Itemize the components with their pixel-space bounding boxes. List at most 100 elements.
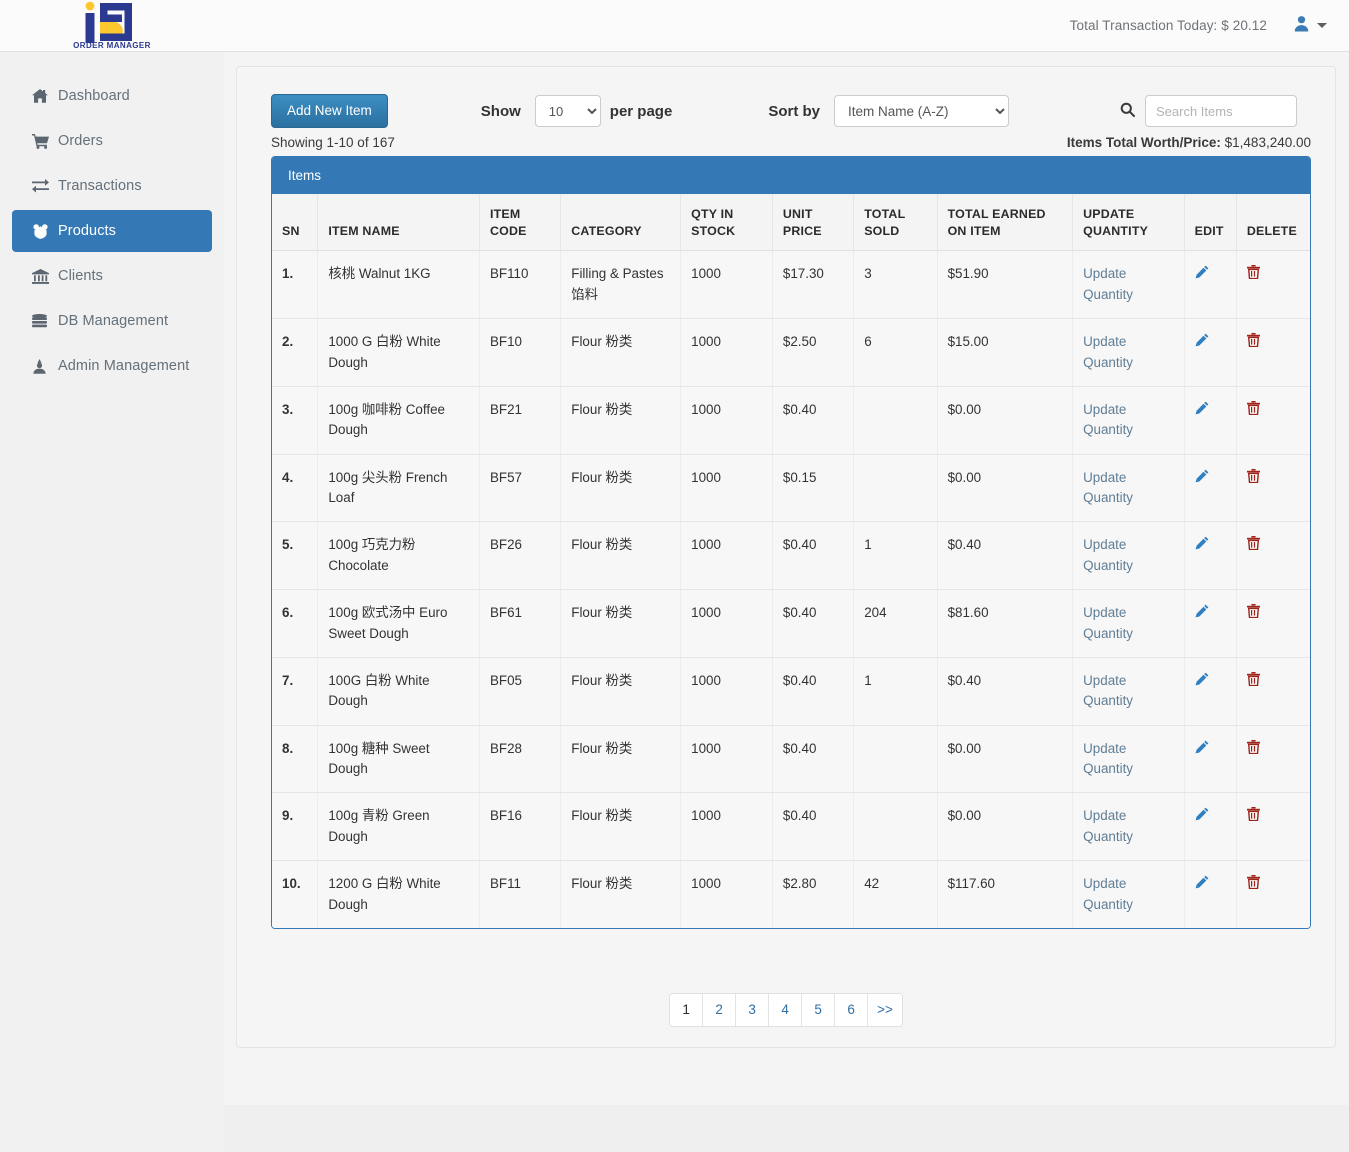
items-total-worth: Items Total Worth/Price: $1,483,240.00 — [1067, 135, 1311, 150]
cell-item-name: 100g 糖种 Sweet Dough — [317, 725, 480, 794]
per-page-label: per page — [609, 102, 673, 120]
update-quantity-link[interactable]: Update Quantity — [1083, 470, 1133, 505]
cell-delete — [1236, 318, 1310, 387]
pagination-page-3[interactable]: 3 — [736, 993, 770, 1026]
cell-item-name: 100g 青粉 Green Dough — [317, 792, 480, 862]
cell-total-sold — [853, 386, 938, 455]
pencil-icon[interactable] — [1195, 266, 1209, 282]
cell-total-sold: 42 — [853, 860, 938, 928]
sidebar-item-dashboard[interactable]: Dashboard — [12, 75, 212, 117]
table-row: 9. 100g 青粉 Green Dough BF16 Flour 粉类 1000 $0.… — [272, 792, 1310, 862]
sidebar-item-label: Transactions — [58, 178, 142, 194]
trash-icon[interactable] — [1246, 468, 1260, 486]
update-quantity-link[interactable]: Update Quantity — [1083, 334, 1133, 369]
add-new-item-button[interactable]: Add New Item — [271, 94, 388, 128]
pagination-page-1[interactable]: 1 — [670, 993, 704, 1026]
cell-qty-in-stock: 1000 — [680, 454, 773, 523]
cell-update-quantity: Update Quantity — [1072, 792, 1185, 862]
sidebar-item-products[interactable]: Products — [12, 210, 212, 252]
pencil-icon[interactable] — [1195, 808, 1209, 824]
cell-category: Flour 粉类 — [560, 454, 682, 523]
products-toolbar: Add New Item Show 102550100 per page Sor… — [259, 87, 1313, 135]
cell-delete — [1236, 725, 1310, 794]
trash-icon[interactable] — [1246, 333, 1260, 350]
main-content: Add New Item Show 102550100 per page Sor… — [224, 52, 1349, 1105]
exchange-icon — [32, 179, 58, 193]
sidebar-item-clients[interactable]: Clients — [12, 255, 212, 297]
trash-icon[interactable] — [1246, 265, 1260, 282]
pagination-page-5[interactable]: 5 — [802, 993, 836, 1026]
cell-total-earned: $0.00 — [937, 386, 1074, 455]
pencil-icon[interactable] — [1195, 672, 1209, 689]
cell-delete — [1236, 521, 1310, 591]
cell-edit — [1184, 792, 1237, 862]
cell-sn: 10. — [272, 860, 319, 928]
trash-icon[interactable] — [1246, 400, 1260, 418]
pencil-icon[interactable] — [1195, 401, 1209, 418]
trash-icon[interactable] — [1246, 875, 1260, 892]
update-quantity-link[interactable]: Update Quantity — [1083, 266, 1133, 301]
cell-unit-price: $0.40 — [772, 589, 855, 658]
cell-item-code: BF21 — [479, 386, 562, 455]
pencil-icon[interactable] — [1195, 469, 1209, 486]
cell-item-code: BF16 — [479, 792, 562, 862]
sidebar-item-label: Orders — [58, 133, 103, 149]
trash-icon[interactable] — [1246, 604, 1260, 621]
trash-icon[interactable] — [1246, 807, 1260, 824]
cell-edit — [1184, 454, 1237, 523]
update-quantity-link[interactable]: Update Quantity — [1083, 673, 1133, 708]
update-quantity-link[interactable]: Update Quantity — [1083, 876, 1133, 911]
pencil-icon[interactable] — [1195, 740, 1209, 757]
pencil-icon[interactable] — [1195, 875, 1209, 892]
trash-icon[interactable] — [1246, 671, 1260, 689]
update-quantity-link[interactable]: Update Quantity — [1083, 402, 1133, 437]
pagination-next[interactable]: >> — [868, 993, 902, 1026]
table-row: 10. 1200 G 白粉 White Dough BF11 Flour 粉类 1000… — [272, 860, 1310, 928]
cell-total-earned: $0.00 — [937, 792, 1074, 862]
cell-update-quantity: Update Quantity — [1072, 454, 1185, 523]
cell-sn: 3. — [272, 386, 319, 455]
sidebar-item-db-management[interactable]: DB Management — [12, 300, 212, 342]
column-header-unit-price: UNIT PRICE — [772, 194, 855, 252]
pagination-page-6[interactable]: 6 — [835, 993, 869, 1026]
cell-update-quantity: Update Quantity — [1072, 386, 1185, 455]
top-bar: ORDER MANAGER Total Transaction Today: $… — [0, 0, 1349, 52]
cell-total-earned: $15.00 — [937, 318, 1074, 387]
cell-edit — [1184, 725, 1237, 794]
pencil-icon[interactable] — [1195, 333, 1209, 350]
cell-update-quantity: Update Quantity — [1072, 521, 1185, 591]
per-page-select[interactable]: 102550100 — [534, 95, 601, 127]
update-quantity-link[interactable]: Update Quantity — [1083, 605, 1133, 640]
cell-sn: 4. — [272, 454, 319, 523]
column-header-update-quantity: UPDATE QUANTITY — [1072, 194, 1185, 252]
user-menu-button[interactable] — [1293, 15, 1327, 36]
trash-icon[interactable] — [1246, 739, 1260, 757]
user-admin-icon — [32, 358, 58, 374]
cell-unit-price: $2.50 — [772, 318, 855, 387]
cell-item-name: 100g 尖头粉 French Loaf — [317, 454, 480, 523]
update-quantity-link[interactable]: Update Quantity — [1083, 741, 1133, 776]
cell-unit-price: $2.80 — [772, 860, 855, 928]
cell-update-quantity: Update Quantity — [1072, 860, 1185, 928]
sidebar-item-transactions[interactable]: Transactions — [12, 165, 212, 207]
column-header-sn: SN — [272, 194, 319, 252]
search-area — [1120, 95, 1313, 127]
pencil-icon[interactable] — [1195, 604, 1209, 621]
sidebar-item-orders[interactable]: Orders — [12, 120, 212, 162]
trash-icon[interactable] — [1246, 536, 1260, 553]
cell-item-name: 核桃 Walnut 1KG — [317, 250, 480, 320]
top-bar-right: Total Transaction Today: $ 20.12 — [1070, 15, 1349, 36]
cell-update-quantity: Update Quantity — [1072, 250, 1185, 320]
pagination-page-2[interactable]: 2 — [703, 993, 737, 1026]
table-row: 4. 100g 尖头粉 French Loaf BF57 Flour 粉类 1000 $0… — [272, 454, 1310, 523]
update-quantity-link[interactable]: Update Quantity — [1083, 808, 1133, 843]
update-quantity-link[interactable]: Update Quantity — [1083, 537, 1133, 572]
search-input[interactable] — [1145, 95, 1297, 127]
pagination-page-4[interactable]: 4 — [769, 993, 803, 1026]
sidebar-item-admin-management[interactable]: Admin Management — [12, 345, 212, 387]
pencil-icon[interactable] — [1195, 537, 1209, 553]
sort-by-select[interactable]: Item Name (A-Z)Item Name (Z-A) — [834, 95, 1010, 127]
brand-logo[interactable]: ORDER MANAGER — [0, 0, 224, 52]
items-table-title: Items — [272, 157, 1310, 194]
cell-total-earned: $81.60 — [937, 589, 1074, 658]
